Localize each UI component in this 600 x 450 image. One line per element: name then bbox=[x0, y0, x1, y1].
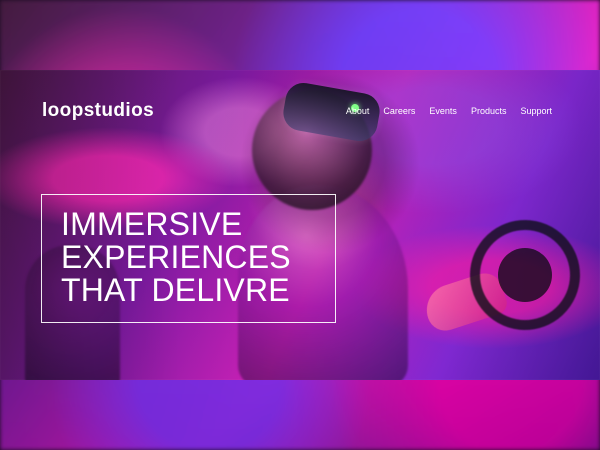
hand-shape bbox=[420, 268, 510, 336]
nav-support[interactable]: Support bbox=[520, 107, 552, 116]
nav-products[interactable]: Products bbox=[471, 107, 507, 116]
nav-careers[interactable]: Careers bbox=[383, 107, 415, 116]
person-figure bbox=[238, 185, 408, 380]
headline-line-3: THAT DELIVRE bbox=[61, 272, 290, 308]
nav-events[interactable]: Events bbox=[429, 107, 457, 116]
seat-shape bbox=[25, 245, 120, 380]
steering-wheel-center bbox=[498, 248, 552, 302]
main-navigation: About Careers Events Products Support bbox=[346, 107, 552, 116]
steering-wheel-icon bbox=[461, 211, 589, 339]
logo[interactable]: loopstudios bbox=[42, 100, 154, 122]
vr-headset-icon bbox=[280, 80, 383, 144]
headline-line-2: EXPERIENCES bbox=[61, 239, 291, 275]
person-head bbox=[252, 90, 372, 210]
nav-about[interactable]: About bbox=[346, 107, 370, 116]
hero-headline-box: IMMERSIVE EXPERIENCES THAT DELIVRE bbox=[41, 194, 336, 323]
headline-line-1: IMMERSIVE bbox=[61, 206, 243, 242]
hero-section: loopstudios About Careers Events Product… bbox=[0, 70, 600, 380]
